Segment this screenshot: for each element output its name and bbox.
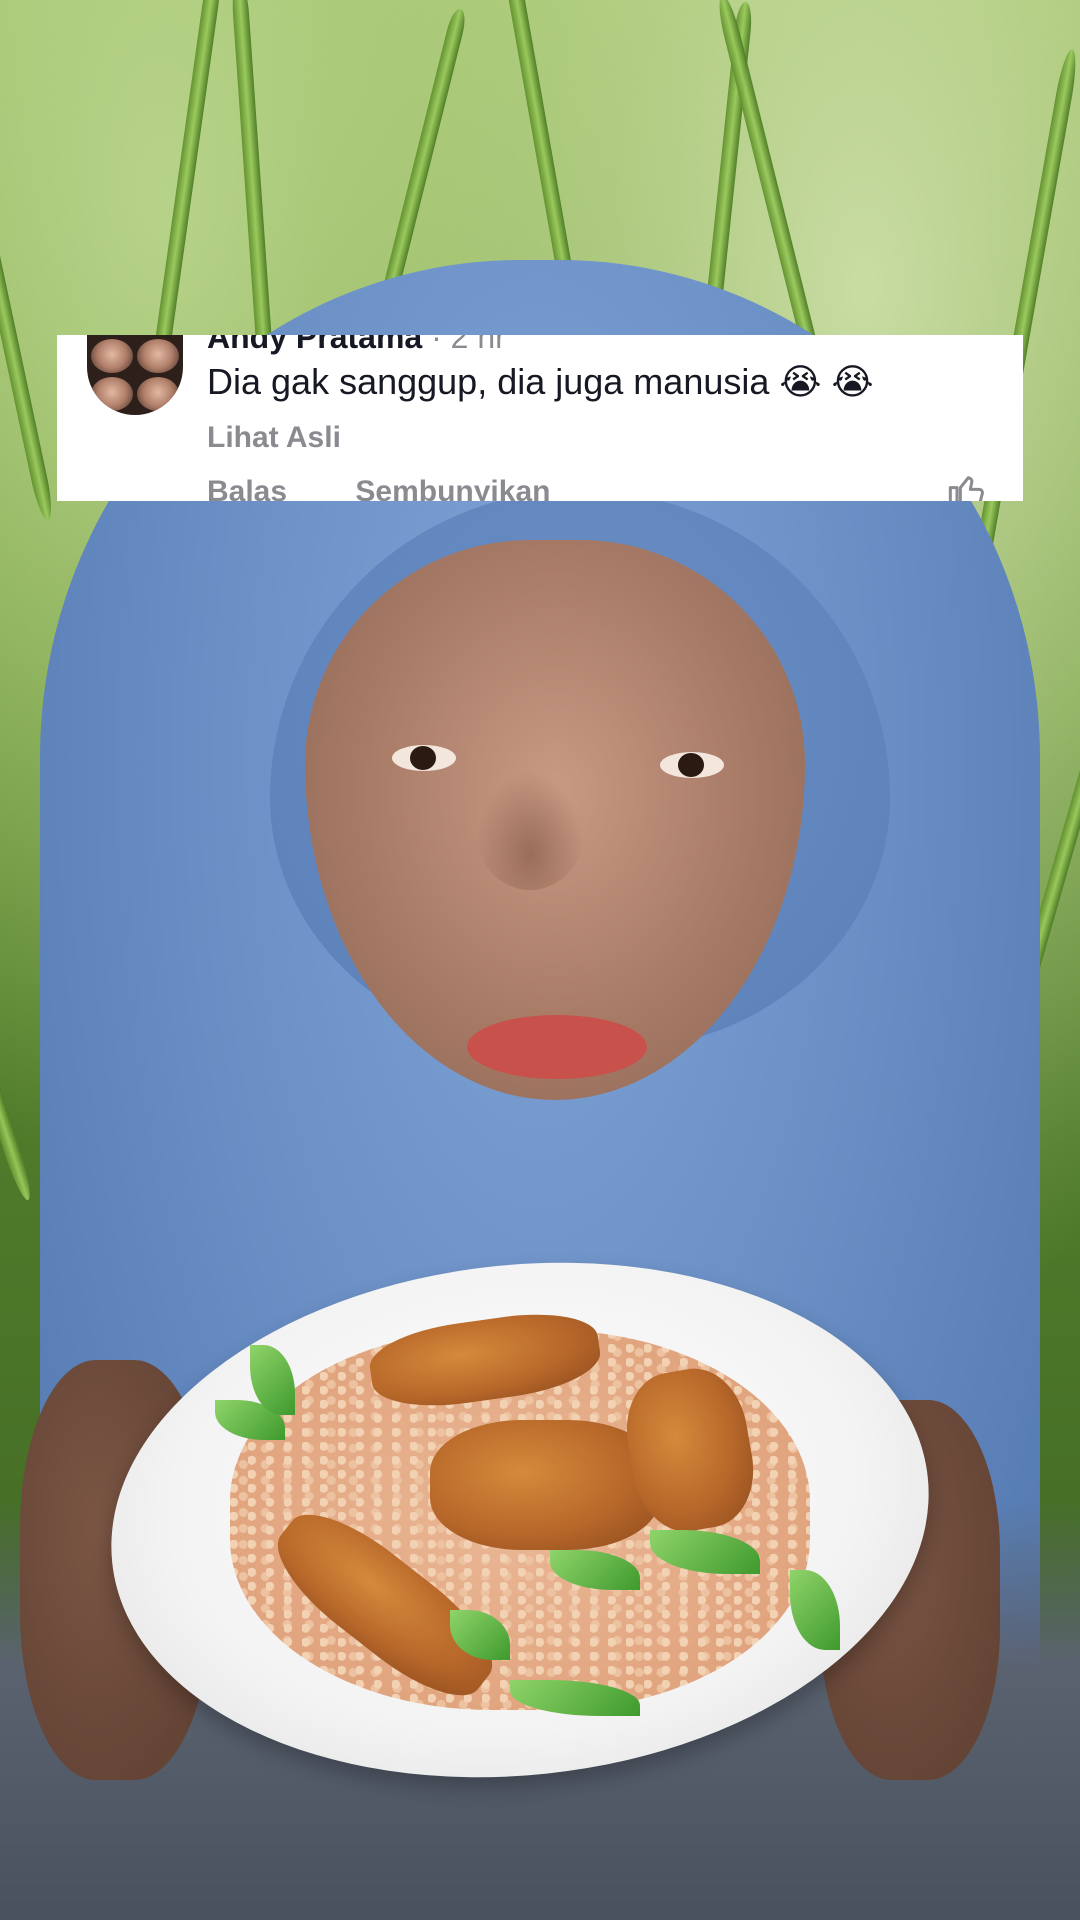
comment-time: · 2 hr bbox=[431, 335, 506, 355]
avatar-photo bbox=[137, 377, 179, 411]
reply-button[interactable]: Balas bbox=[207, 475, 287, 501]
video-frame[interactable]: Andy Pratama · 2 hr Dia gak sanggup, dia… bbox=[0, 0, 1080, 1920]
comment-author[interactable]: Andy Pratama bbox=[207, 335, 422, 355]
comment-text: Dia gak sanggup, dia juga manusia 😭 😭 bbox=[207, 361, 874, 402]
nose bbox=[475, 770, 585, 890]
thumbs-up-icon[interactable] bbox=[947, 471, 987, 501]
comment-author-line: Andy Pratama · 2 hr bbox=[207, 335, 506, 356]
hide-button[interactable]: Sembunyikan bbox=[355, 475, 550, 501]
left-eye bbox=[392, 745, 456, 771]
avatar[interactable] bbox=[87, 335, 183, 415]
comment-card: Andy Pratama · 2 hr Dia gak sanggup, dia… bbox=[57, 335, 1023, 501]
comment-actions: Balas Sembunyikan bbox=[207, 475, 610, 501]
see-original-link[interactable]: Lihat Asli bbox=[207, 421, 341, 455]
avatar-photo bbox=[91, 377, 133, 411]
lips bbox=[467, 1015, 647, 1079]
avatar-photo bbox=[91, 339, 133, 373]
right-eye bbox=[660, 752, 724, 778]
avatar-photo bbox=[137, 339, 179, 373]
fried-food bbox=[430, 1420, 660, 1550]
